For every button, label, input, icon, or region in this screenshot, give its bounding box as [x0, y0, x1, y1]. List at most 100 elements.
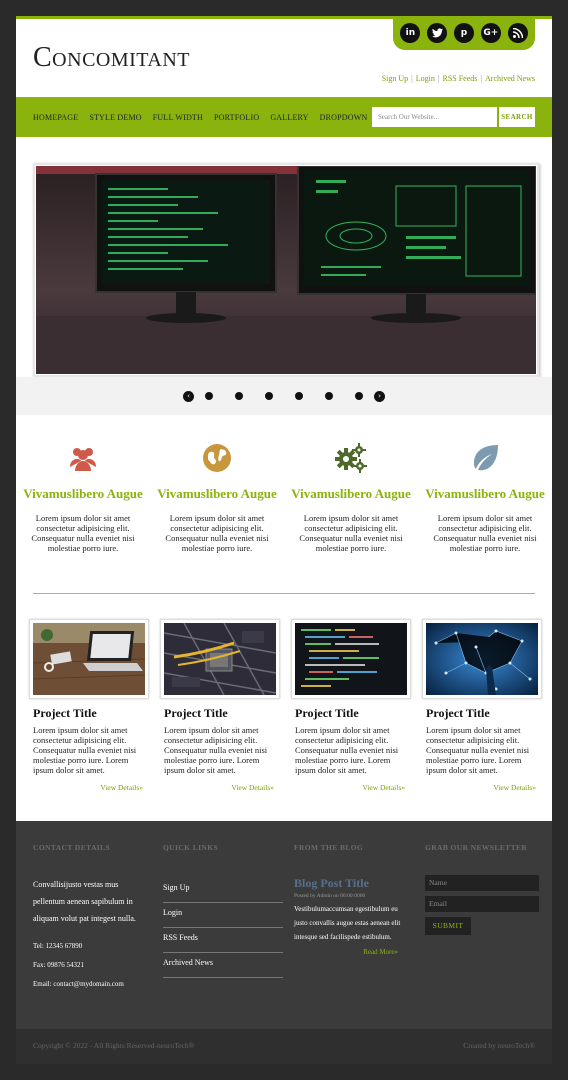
nav-item-portfolio[interactable]: PORTFOLIO — [214, 113, 259, 122]
footer-contact: CONTACT DETAILS Convallisijusto vestas m… — [33, 843, 145, 994]
rss-icon[interactable] — [507, 23, 528, 43]
feature-item: Vivamuslibero Augue Lorem ipsum dolor si… — [284, 441, 418, 553]
double-chevron-right-icon: » — [139, 783, 143, 792]
project-thumbnail[interactable] — [160, 619, 280, 699]
pinterest-icon[interactable]: p — [453, 23, 474, 43]
footer-link-archived[interactable]: Archived News — [163, 953, 283, 978]
blog-post-meta: Posted by Admin on 00:00:0000 — [294, 893, 366, 899]
double-chevron-right-icon: » — [532, 783, 536, 792]
contact-email[interactable]: Email: contact@mydomain.com — [33, 975, 145, 994]
footer-heading: FROM THE BLOG — [294, 843, 364, 852]
google-plus-icon[interactable]: G+ — [480, 23, 501, 43]
main-nav: HOMEPAGE STYLE DEMO FULL WIDTH PORTFOLIO… — [16, 97, 552, 137]
leaf-icon — [474, 445, 498, 471]
project-text: Lorem ipsum dolor sit amet consectetur a… — [426, 725, 530, 775]
feature-text: Lorem ipsum dolor sit amet consectetur a… — [165, 513, 269, 553]
linkedin-icon[interactable]: in — [400, 23, 421, 43]
footer-quick-links: QUICK LINKS Sign Up Login RSS Feeds Arch… — [163, 843, 283, 978]
newsletter-submit-button[interactable]: SUBMIT — [425, 917, 471, 935]
view-details-link[interactable]: View Details» — [160, 783, 280, 792]
project-thumbnail[interactable] — [422, 619, 542, 699]
users-icon — [70, 448, 96, 471]
feature-title: Vivamuslibero Augue — [425, 486, 545, 501]
chevron-right-icon[interactable]: › — [374, 390, 385, 402]
features-row: Vivamuslibero Augue Lorem ipsum dolor si… — [16, 441, 552, 553]
feature-text: Lorem ipsum dolor sit amet consectetur a… — [433, 513, 537, 553]
social-bar: in p G+ — [393, 16, 535, 50]
section-divider — [33, 593, 535, 594]
footer-newsletter: GRAB OUR NEWSLETTER Name Email SUBMIT — [425, 843, 539, 935]
project-card: Project Title Lorem ipsum dolor sit amet… — [291, 619, 411, 792]
credit-text: Created by neuroTech® — [463, 1041, 535, 1050]
top-link-signup[interactable]: Sign Up — [382, 74, 408, 83]
view-details-link[interactable]: View Details» — [291, 783, 411, 792]
site-logo[interactable]: Concomitant — [33, 42, 190, 74]
slider-dot[interactable] — [325, 392, 333, 400]
newsletter-name-input[interactable]: Name — [425, 875, 539, 891]
globe-icon — [203, 444, 231, 472]
footer-link-rss[interactable]: RSS Feeds — [163, 928, 283, 953]
project-title[interactable]: Project Title — [164, 706, 280, 721]
blog-post-excerpt: Vestibulumaccumsan egestibulum eu justo … — [294, 905, 401, 941]
projects-row: Project Title Lorem ipsum dolor sit amet… — [29, 619, 542, 792]
feature-item: Vivamuslibero Augue Lorem ipsum dolor si… — [150, 441, 284, 553]
project-title[interactable]: Project Title — [33, 706, 149, 721]
nav-item-gallery[interactable]: GALLERY — [270, 113, 308, 122]
feature-item: Vivamuslibero Augue Lorem ipsum dolor si… — [16, 441, 150, 553]
nav-item-style-demo[interactable]: STYLE DEMO — [89, 113, 141, 122]
project-card: Project Title Lorem ipsum dolor sit amet… — [160, 619, 280, 792]
nav-item-full-width[interactable]: FULL WIDTH — [153, 113, 203, 122]
project-thumbnail[interactable] — [291, 619, 411, 699]
slider-dot[interactable] — [235, 392, 243, 400]
nav-item-homepage[interactable]: HOMEPAGE — [33, 113, 78, 122]
footer-heading: QUICK LINKS — [163, 843, 219, 852]
top-link-rss[interactable]: RSS Feeds — [443, 74, 478, 83]
search-button[interactable]: SEARCH — [497, 107, 535, 127]
slider-dot[interactable] — [205, 392, 213, 400]
top-link-archived[interactable]: Archived News — [485, 74, 535, 83]
slide-image — [33, 163, 539, 377]
view-details-link[interactable]: View Details» — [422, 783, 542, 792]
chevron-left-icon[interactable]: ‹ — [183, 390, 194, 402]
search-form: Search Our Website... SEARCH — [372, 107, 535, 127]
contact-text: Convallisijusto vestas mus pellentum aen… — [33, 880, 136, 923]
footer-link-login[interactable]: Login — [163, 903, 283, 928]
slider-dot[interactable] — [295, 392, 303, 400]
project-card: Project Title Lorem ipsum dolor sit amet… — [422, 619, 542, 792]
page-frame: in p G+ Concomitant Sign Up | Login | RSS … — [16, 16, 552, 1064]
slider-dot[interactable] — [265, 392, 273, 400]
project-text: Lorem ipsum dolor sit amet consectetur a… — [33, 725, 137, 775]
double-chevron-right-icon: » — [394, 948, 399, 956]
twitter-icon[interactable] — [427, 23, 448, 43]
feature-title: Vivamuslibero Augue — [291, 486, 411, 501]
footer-link-signup[interactable]: Sign Up — [163, 878, 283, 903]
contact-tel: Tel: 12345 67890 — [33, 942, 83, 950]
read-more-link[interactable]: Read More» — [294, 948, 398, 956]
newsletter-email-input[interactable]: Email — [425, 896, 539, 912]
footer-blog: FROM THE BLOG Blog Post Title Posted by … — [294, 843, 404, 956]
nav-item-dropdown[interactable]: DROPDOWN — [320, 113, 368, 122]
footer-heading: CONTACT DETAILS — [33, 843, 111, 852]
feature-title: Vivamuslibero Augue — [157, 486, 277, 501]
copyright-text: Copyright © 2022 - All Rights Reserved-n… — [33, 1041, 195, 1050]
project-title[interactable]: Project Title — [426, 706, 542, 721]
footer: CONTACT DETAILS Convallisijusto vestas m… — [16, 821, 552, 1029]
double-chevron-right-icon: » — [270, 783, 274, 792]
bottom-bar: Copyright © 2022 - All Rights Reserved-n… — [16, 1029, 552, 1064]
footer-heading: GRAB OUR NEWSLETTER — [425, 843, 528, 852]
feature-title: Vivamuslibero Augue — [23, 486, 143, 501]
gears-icon — [335, 443, 367, 473]
contact-fax: Fax: 09876 54321 — [33, 961, 84, 969]
project-title[interactable]: Project Title — [295, 706, 411, 721]
top-link-login[interactable]: Login — [416, 74, 435, 83]
project-card: Project Title Lorem ipsum dolor sit amet… — [29, 619, 149, 792]
slider-controls: ‹ › — [16, 377, 552, 415]
feature-item: Vivamuslibero Augue Lorem ipsum dolor si… — [418, 441, 552, 553]
top-links: Sign Up | Login | RSS Feeds | Archived News — [381, 74, 535, 83]
feature-text: Lorem ipsum dolor sit amet consectetur a… — [31, 513, 135, 553]
search-input[interactable]: Search Our Website... — [372, 107, 497, 127]
project-thumbnail[interactable] — [29, 619, 149, 699]
slider-dot[interactable] — [355, 392, 363, 400]
blog-post-title[interactable]: Blog Post Title — [294, 876, 404, 891]
view-details-link[interactable]: View Details» — [29, 783, 149, 792]
